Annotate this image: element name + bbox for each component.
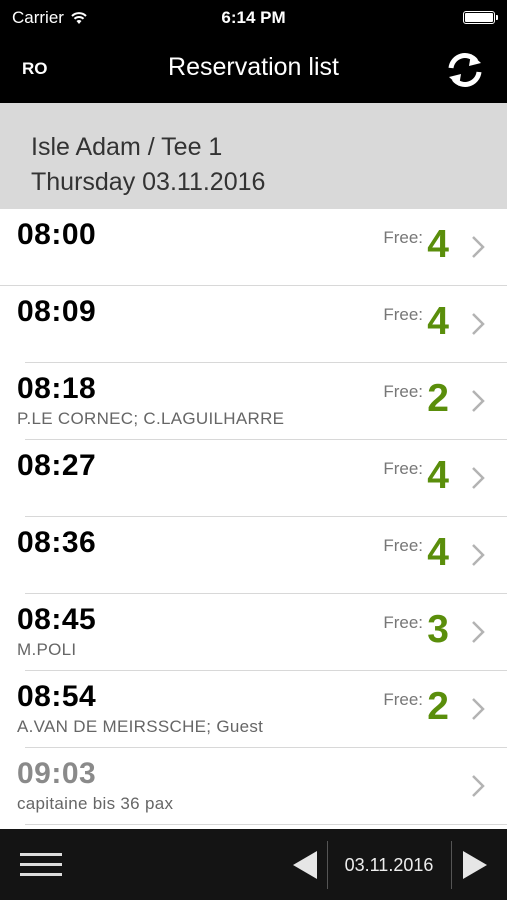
reservation-row[interactable]: 08:00 Free: 4 [0, 209, 507, 286]
tee-time: 08:54 [17, 680, 97, 713]
free-count: 4 [427, 531, 449, 574]
chevron-right-icon [472, 236, 485, 258]
course-header: Isle Adam / Tee 1 Thursday 03.11.2016 [0, 103, 507, 209]
free-label: Free: [383, 690, 423, 709]
reservation-row[interactable]: 08:45 M.POLI Free: 3 [17, 594, 507, 671]
status-time: 6:14 PM [221, 8, 286, 27]
chevron-right-icon [472, 621, 485, 643]
player-names: P.LE CORNEC; C.LAGUILHARRE [17, 409, 285, 428]
chevron-right-icon [472, 544, 485, 566]
player-names: A.VAN DE MEIRSSCHE; Guest [17, 717, 264, 736]
reservation-list: 08:00 Free: 4 08:09 Free: 4 08:18 P.LE C… [0, 209, 507, 825]
chevron-right-icon [472, 775, 485, 797]
reservation-row[interactable]: 08:09 Free: 4 [17, 286, 507, 363]
free-label: Free: [383, 305, 423, 324]
chevron-right-icon [472, 390, 485, 412]
reservation-row[interactable]: 08:54 A.VAN DE MEIRSSCHE; Guest Free: 2 [17, 671, 507, 748]
course-tee-label: Isle Adam / Tee 1 [31, 133, 223, 161]
reservation-row[interactable]: 08:27 Free: 4 [17, 440, 507, 517]
free-label: Free: [383, 459, 423, 478]
player-names: capitaine bis 36 pax [17, 794, 174, 813]
reservation-row[interactable]: 09:03 capitaine bis 36 pax [17, 748, 507, 825]
toolbar-divider [451, 841, 452, 889]
status-bar: Carrier 6:14 PM [0, 0, 507, 36]
bottom-toolbar: 03.11.2016 [0, 829, 507, 900]
tee-time: 08:00 [17, 218, 97, 251]
free-count: 2 [427, 377, 449, 420]
tee-time: 08:45 [17, 603, 97, 636]
refresh-icon[interactable] [445, 50, 485, 90]
tee-time: 08:18 [17, 372, 97, 405]
chevron-right-icon [472, 313, 485, 335]
player-names: M.POLI [17, 640, 77, 659]
tee-time: 08:09 [17, 295, 97, 328]
battery-icon [463, 11, 498, 24]
tee-time: 08:36 [17, 526, 97, 559]
current-date-label[interactable]: 03.11.2016 [328, 855, 450, 876]
free-count: 3 [427, 608, 449, 651]
free-count: 4 [427, 223, 449, 266]
free-count: 2 [427, 685, 449, 728]
nav-bar: RO Reservation list [0, 36, 507, 103]
page-title: Reservation list [168, 53, 339, 81]
free-label: Free: [383, 536, 423, 555]
course-date-label: Thursday 03.11.2016 [31, 168, 266, 196]
tee-time: 08:27 [17, 449, 97, 482]
free-count: 4 [427, 300, 449, 343]
previous-day-icon[interactable] [291, 849, 319, 881]
chevron-right-icon [472, 467, 485, 489]
next-day-icon[interactable] [461, 849, 489, 881]
chevron-right-icon [472, 698, 485, 720]
free-label: Free: [383, 228, 423, 247]
free-count: 4 [427, 454, 449, 497]
reservation-row[interactable]: 08:36 Free: 4 [17, 517, 507, 594]
free-label: Free: [383, 613, 423, 632]
free-label: Free: [383, 382, 423, 401]
reservation-row[interactable]: 08:18 P.LE CORNEC; C.LAGUILHARRE Free: 2 [17, 363, 507, 440]
menu-icon[interactable] [20, 853, 62, 877]
tee-time: 09:03 [17, 757, 97, 790]
